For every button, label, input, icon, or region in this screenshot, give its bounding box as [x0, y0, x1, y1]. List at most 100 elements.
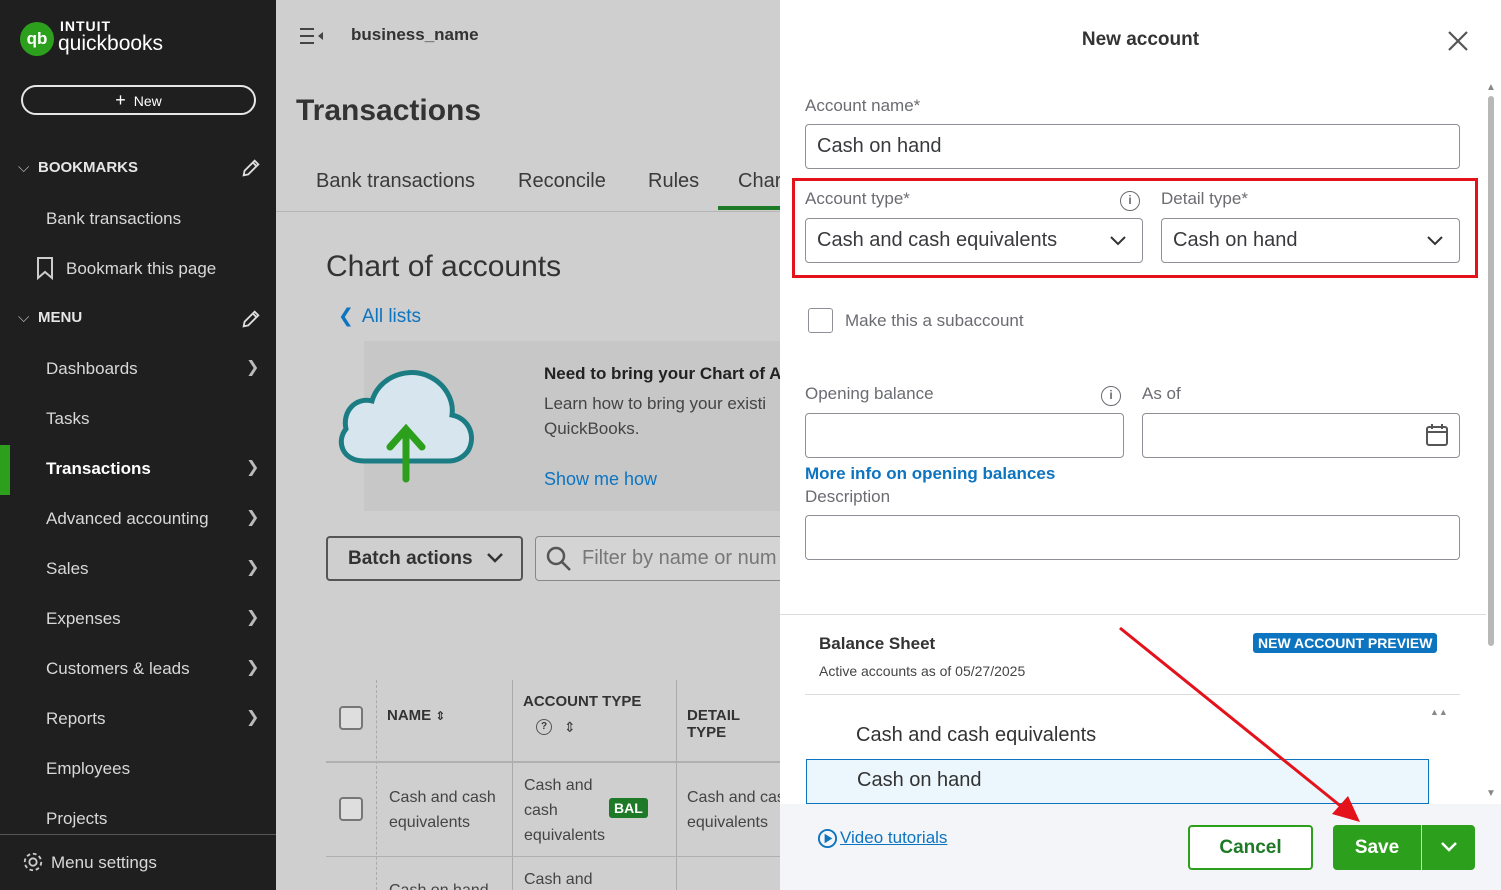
bal-badge: BAL	[609, 798, 648, 818]
tab-bank-transactions[interactable]: Bank transactions	[316, 170, 475, 193]
sidebar-item-expenses[interactable]: Expenses	[46, 609, 121, 629]
info-icon[interactable]: i	[1101, 386, 1121, 406]
sidebar-item-advanced-accounting[interactable]: Advanced accounting	[46, 509, 209, 529]
banner-text-1: Learn how to bring your existi	[544, 394, 767, 413]
chevron-right-icon: ❯	[246, 509, 260, 526]
close-icon[interactable]	[1447, 30, 1469, 52]
row-1-name-line-2: equivalents	[389, 814, 470, 831]
plus-icon: +	[115, 90, 126, 110]
banner-text-2: QuickBooks.	[544, 419, 640, 438]
sidebar-divider	[0, 834, 276, 835]
column-header-name[interactable]: NAME ⇕	[387, 707, 445, 724]
opening-balance-input[interactable]	[805, 413, 1124, 458]
brand-bottom: quickbooks	[58, 32, 164, 55]
chevron-left-icon: ❮	[338, 306, 354, 327]
menu-settings[interactable]: Menu settings	[51, 853, 157, 873]
cloud-upload-icon	[339, 370, 474, 483]
tab-chart-of-accounts[interactable]: Char	[738, 170, 780, 193]
column-header-detail-type[interactable]: DETAIL TYPE	[687, 707, 780, 741]
row-2-name[interactable]: Cash on hand	[389, 878, 489, 890]
account-type-label: Account type*	[805, 189, 910, 208]
menu-heading-label: MENU	[38, 309, 83, 326]
as-of-date-input[interactable]	[1142, 413, 1460, 458]
column-header-account-type[interactable]: ACCOUNT TYPE	[523, 693, 641, 710]
chevron-right-icon: ❯	[246, 359, 260, 376]
subaccount-checkbox[interactable]	[808, 308, 833, 333]
account-name-input[interactable]: Cash on hand	[805, 124, 1460, 169]
edit-menu-pencil-icon[interactable]	[240, 308, 262, 330]
as-of-label: As of	[1142, 384, 1181, 403]
bookmarks-heading-label: BOOKMARKS	[38, 159, 138, 176]
sidebar-item-customers-leads[interactable]: Customers & leads	[46, 659, 190, 679]
description-input[interactable]	[805, 515, 1460, 560]
preview-subtitle: Active accounts as of 05/27/2025	[819, 663, 1026, 679]
row-1-name[interactable]: Cash and cash equivalents	[389, 785, 496, 835]
detail-type-select[interactable]: Cash on hand	[1161, 218, 1460, 263]
more-info-link[interactable]: More info on opening balances	[805, 464, 1055, 484]
sidebar-item-transactions[interactable]: Transactions	[46, 459, 151, 479]
column-divider	[512, 680, 513, 890]
bookmark-bank-transactions[interactable]: Bank transactions	[46, 209, 181, 229]
table-top	[326, 680, 780, 681]
batch-actions-button[interactable]: Batch actions	[326, 536, 523, 581]
all-lists-link[interactable]: ❮ All lists	[338, 305, 421, 328]
video-tutorials-link[interactable]: Video tutorials	[840, 828, 947, 848]
bookmarks-heading[interactable]: ⌵ BOOKMARKS	[18, 159, 138, 176]
sort-icon[interactable]: ⇕	[564, 719, 576, 736]
search-icon	[546, 546, 571, 571]
section-title: Chart of accounts	[326, 250, 562, 283]
scroll-down-icon[interactable]: ▼	[1486, 788, 1496, 799]
chevron-right-icon: ❯	[246, 659, 260, 676]
tab-reconcile[interactable]: Reconcile	[518, 170, 606, 193]
main-content: business_name Transactions Bank transact…	[276, 0, 780, 890]
help-icon[interactable]: ?	[536, 719, 552, 735]
subaccount-label: Make this a subaccount	[845, 311, 1024, 330]
description-label: Description	[805, 487, 891, 506]
sidebar-item-reports[interactable]: Reports	[46, 709, 106, 729]
bookmark-this-page[interactable]: Bookmark this page	[66, 259, 216, 279]
row-1-type-line-2: cash	[524, 802, 558, 819]
batch-actions-label: Batch actions	[348, 548, 473, 569]
save-button[interactable]: Save	[1333, 825, 1421, 870]
chevron-down-icon	[1110, 236, 1126, 246]
chevron-right-icon: ❯	[246, 459, 260, 476]
save-options-dropdown[interactable]	[1421, 825, 1475, 870]
filter-input[interactable]: Filter by name or num	[535, 536, 780, 581]
sidebar-item-dashboards[interactable]: Dashboards	[46, 359, 138, 379]
account-type-value: Cash and cash equivalents	[817, 229, 1058, 251]
chevron-down-icon	[1427, 236, 1443, 246]
sidebar-item-employees[interactable]: Employees	[46, 759, 130, 779]
select-all-checkbox[interactable]	[339, 706, 363, 730]
sidebar-item-projects[interactable]: Projects	[46, 809, 107, 829]
business-name[interactable]: business_name	[351, 25, 479, 45]
banner-title: Need to bring your Chart of A	[544, 364, 780, 383]
active-indicator	[0, 445, 10, 495]
account-type-select[interactable]: Cash and cash equivalents	[805, 218, 1143, 263]
show-me-how-link[interactable]: Show me how	[544, 469, 657, 490]
preview-scroll-up-icon[interactable]: ▲▲	[1430, 707, 1448, 717]
column-divider	[676, 680, 677, 890]
header-divider	[326, 761, 780, 763]
scrollbar[interactable]	[1488, 96, 1494, 646]
scroll-up-icon[interactable]: ▲	[1486, 82, 1496, 93]
annotation-arrow	[1119, 626, 1360, 822]
new-button[interactable]: + New	[21, 85, 256, 115]
sidebar-item-sales[interactable]: Sales	[46, 559, 89, 579]
bookmark-icon	[37, 257, 53, 280]
collapse-menu-icon[interactable]	[299, 26, 325, 46]
account-name-label: Account name*	[805, 96, 921, 115]
menu-heading[interactable]: ⌵ MENU	[18, 309, 82, 326]
tab-rules[interactable]: Rules	[648, 170, 699, 193]
active-tab-underline	[718, 206, 780, 210]
cancel-button[interactable]: Cancel	[1188, 825, 1313, 870]
row-checkbox[interactable]	[339, 797, 363, 821]
calendar-icon[interactable]	[1425, 423, 1449, 447]
edit-bookmarks-pencil-icon[interactable]	[240, 157, 262, 179]
left-sidebar: qb INTUIT quickbooks + New ⌵ BOOKMARKS Ban…	[0, 0, 276, 890]
play-circle-icon[interactable]	[817, 828, 838, 849]
info-icon[interactable]: i	[1120, 191, 1140, 211]
sidebar-item-tasks[interactable]: Tasks	[46, 409, 89, 429]
row-2-account-type: Cash and	[524, 871, 593, 888]
import-banner: Need to bring your Chart of A Learn how …	[339, 341, 780, 511]
quickbooks-logo-icon[interactable]: qb	[20, 22, 54, 56]
